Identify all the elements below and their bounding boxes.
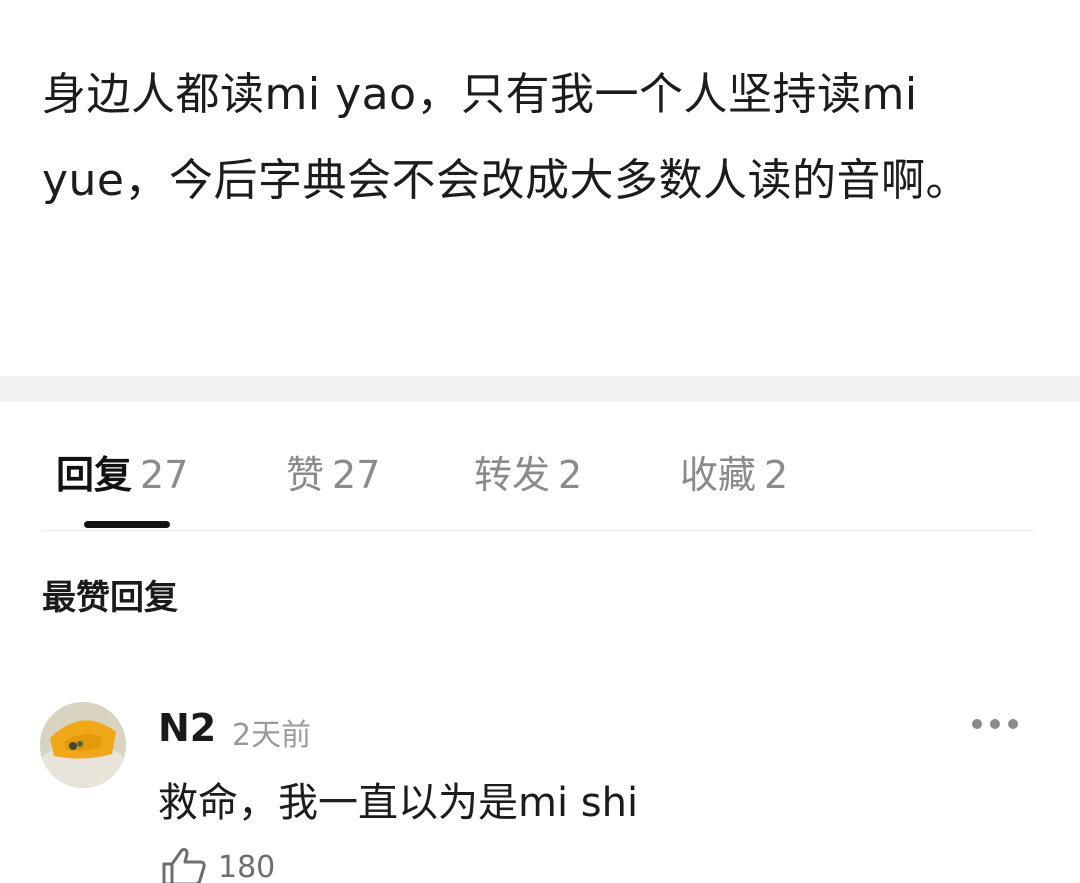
tab-replies-label: 回复	[56, 453, 133, 497]
tab-likes-label: 赞	[286, 453, 325, 497]
tab-favorites-count: 2	[764, 453, 789, 497]
tab-likes[interactable]: 赞 27	[286, 444, 380, 499]
avatar-image-icon	[40, 702, 126, 788]
post-body-text: 身边人都读mi yao，只有我一个人坚持读mi yue，今后字典会不会改成大多数…	[42, 69, 970, 206]
avatar[interactable]	[40, 702, 126, 788]
tab-bar: 回复 27 赞 27 转发 2 收藏 2	[42, 430, 1036, 531]
like-button[interactable]: 180	[160, 846, 275, 883]
more-button[interactable]	[968, 714, 1022, 734]
tab-reposts[interactable]: 转发 2	[474, 444, 582, 499]
comment-text: 救命，我一直以为是mi shi	[158, 780, 639, 826]
thumbs-up-icon	[162, 848, 206, 883]
top-replies-title: 最赞回复	[42, 578, 178, 618]
comment-item: N2 2天前 救命，我一直以为是mi shi 180	[0, 700, 1080, 883]
comment-username[interactable]: N2	[158, 706, 216, 750]
active-tab-indicator	[84, 521, 170, 528]
more-dots-icon	[972, 719, 1018, 729]
comment-timestamp: 2天前	[232, 718, 312, 753]
tab-reposts-count: 2	[558, 453, 583, 497]
tab-replies-count: 27	[140, 453, 189, 497]
post-detail-page: 身边人都读mi yao，只有我一个人坚持读mi yue，今后字典会不会改成大多数…	[0, 0, 1080, 883]
section-divider	[0, 376, 1080, 402]
tab-reposts-label: 转发	[474, 453, 551, 497]
tab-likes-count: 27	[332, 453, 381, 497]
tab-favorites[interactable]: 收藏 2	[680, 444, 788, 499]
tab-favorites-label: 收藏	[680, 453, 757, 497]
tab-replies[interactable]: 回复 27	[56, 444, 188, 499]
like-count: 180	[218, 850, 276, 883]
